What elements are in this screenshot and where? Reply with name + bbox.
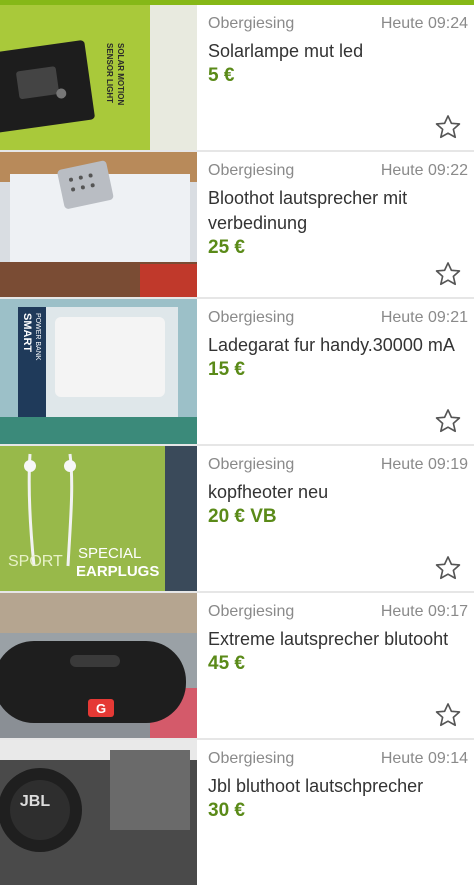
thumb-label: JBL bbox=[20, 793, 50, 810]
star-outline-icon[interactable] bbox=[434, 554, 462, 582]
listing-location: Obergiesing bbox=[208, 456, 295, 473]
listing-title[interactable]: Bloothot lautsprecher mit verbedinung bbox=[208, 186, 466, 236]
listing-item[interactable]: SOLAR MOTION SENSOR LIGHT Obergiesing He… bbox=[0, 5, 474, 150]
listing-thumbnail[interactable]: JBL bbox=[0, 740, 197, 885]
listing-thumbnail[interactable] bbox=[0, 152, 197, 297]
thumb-label: POWER BANK bbox=[34, 313, 41, 361]
listing-item[interactable]: SMART POWER BANK Obergiesing Heute 09:21… bbox=[0, 299, 474, 444]
listing-price: 5 € bbox=[208, 65, 235, 86]
listing-time: Heute 09:21 bbox=[380, 309, 468, 326]
listing-price: 20 € VB bbox=[208, 506, 277, 527]
thumb-label: SPECIAL bbox=[78, 545, 141, 562]
thumb-label: EARPLUGS bbox=[76, 563, 159, 580]
thumb-label: G bbox=[96, 701, 106, 716]
listing-title[interactable]: kopfheoter neu bbox=[208, 480, 466, 505]
thumb-label: SMART bbox=[21, 313, 33, 352]
listing-thumbnail[interactable]: SPORT SPECIAL EARPLUGS bbox=[0, 446, 197, 591]
listing-price: 15 € bbox=[208, 359, 245, 380]
star-outline-icon[interactable] bbox=[434, 113, 462, 141]
listing-location: Obergiesing bbox=[208, 750, 295, 767]
listing-time: Heute 09:19 bbox=[380, 456, 468, 473]
thumb-label: SENSOR LIGHT bbox=[105, 43, 114, 103]
listing-time: Heute 09:24 bbox=[380, 15, 468, 32]
listing-thumbnail[interactable]: G bbox=[0, 593, 197, 738]
listing-location: Obergiesing bbox=[208, 162, 295, 179]
listing-item[interactable]: JBL Obergiesing Heute 09:14 Jbl bluthoot… bbox=[0, 740, 474, 885]
star-outline-icon[interactable] bbox=[434, 260, 462, 288]
listing-location: Obergiesing bbox=[208, 309, 295, 326]
star-outline-icon[interactable] bbox=[434, 407, 462, 435]
thumb-label: SPORT bbox=[8, 553, 63, 570]
listing-location: Obergiesing bbox=[208, 15, 295, 32]
listing-location: Obergiesing bbox=[208, 603, 295, 620]
listing-thumbnail[interactable]: SMART POWER BANK bbox=[0, 299, 197, 444]
listing-title[interactable]: Solarlampe mut led bbox=[208, 39, 466, 64]
listing-title[interactable]: Jbl bluthoot lautschprecher bbox=[208, 774, 466, 799]
listing-time: Heute 09:17 bbox=[380, 603, 468, 620]
listing-item[interactable]: G Obergiesing Heute 09:17 Extreme lautsp… bbox=[0, 593, 474, 738]
listing-thumbnail[interactable]: SOLAR MOTION SENSOR LIGHT bbox=[0, 5, 197, 150]
listing-time: Heute 09:22 bbox=[380, 162, 468, 179]
thumb-label: SOLAR MOTION bbox=[116, 43, 125, 105]
listing-item[interactable]: SPORT SPECIAL EARPLUGS Obergiesing Heute… bbox=[0, 446, 474, 591]
listing-price: 45 € bbox=[208, 653, 245, 674]
listing-time: Heute 09:14 bbox=[380, 750, 468, 767]
listing-item[interactable]: Obergiesing Heute 09:22 Bloothot lautspr… bbox=[0, 152, 474, 297]
listing-title[interactable]: Extreme lautsprecher blutooht bbox=[208, 627, 466, 652]
listing-price: 25 € bbox=[208, 237, 245, 258]
listing-title[interactable]: Ladegarat fur handy.30000 mA bbox=[208, 333, 466, 358]
listing-price: 30 € bbox=[208, 800, 245, 821]
star-outline-icon[interactable] bbox=[434, 701, 462, 729]
